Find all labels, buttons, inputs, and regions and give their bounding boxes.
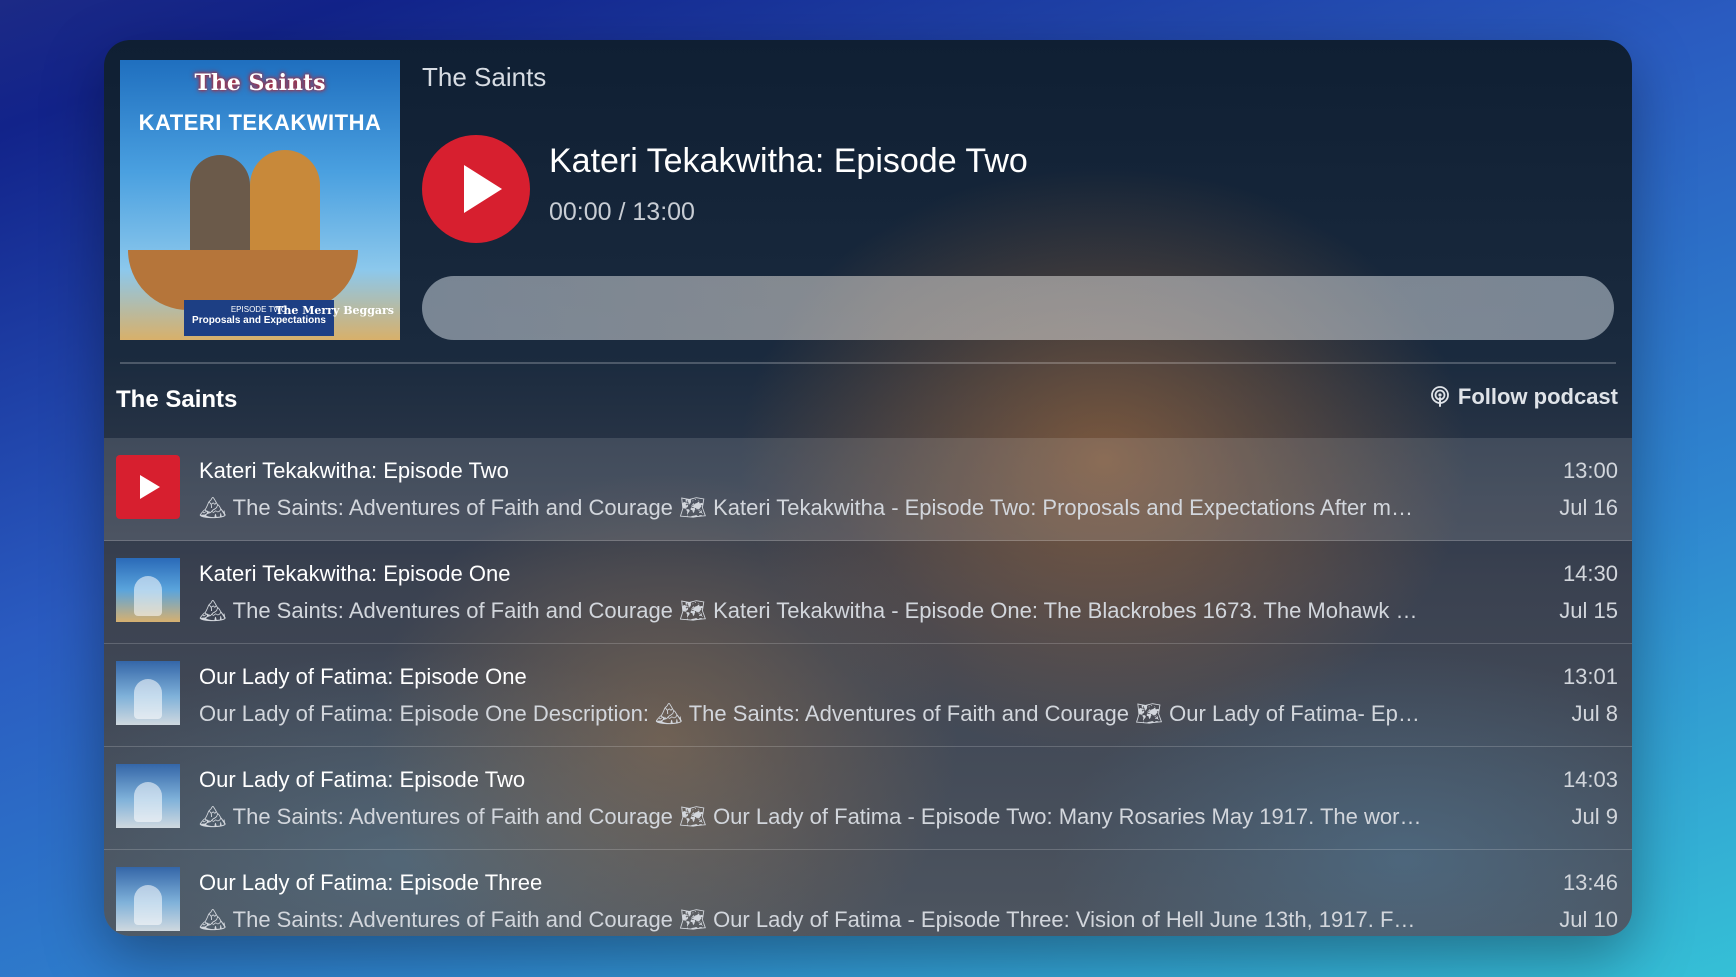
episode-thumbnail: [116, 558, 180, 622]
cover-logo: The Saints: [194, 70, 326, 96]
play-icon: [140, 475, 160, 499]
time-display: 00:00 / 13:00: [549, 198, 695, 226]
episode-date: Jul 15: [1559, 598, 1618, 623]
episode-duration: 13:01: [1562, 664, 1618, 689]
episode-play-button[interactable]: [116, 455, 180, 519]
episode-thumbnail: [116, 764, 180, 828]
episode-title: Our Lady of Fatima: Episode Three: [199, 870, 543, 895]
episode-row[interactable]: Our Lady of Fatima: Episode Three 🏔 The …: [104, 850, 1632, 936]
episode-thumbnail: [116, 661, 180, 725]
episode-thumbnail: [116, 867, 180, 931]
episode-row[interactable]: Kateri Tekakwitha: Episode Two 🏔 The Sai…: [104, 438, 1632, 541]
cover-art: The Saints KATERI TEKAKWITHA EPISODE TWO…: [120, 60, 400, 340]
episode-title: Kateri Tekakwitha: Episode Two: [549, 142, 1028, 180]
list-title: The Saints: [116, 386, 238, 413]
episode-date: Jul 16: [1559, 495, 1618, 520]
episode-description: Our Lady of Fatima: Episode One Descript…: [199, 701, 1424, 726]
episode-title: Kateri Tekakwitha: Episode Two: [199, 458, 509, 483]
episode-duration: 14:03: [1562, 767, 1618, 792]
episode-row[interactable]: Kateri Tekakwitha: Episode One 🏔 The Sai…: [104, 541, 1632, 644]
follow-podcast-button[interactable]: Follow podcast: [1430, 384, 1618, 410]
episode-description: 🏔 The Saints: Adventures of Faith and Co…: [199, 495, 1424, 520]
episode-date: Jul 10: [1559, 907, 1618, 932]
podcast-player: The Saints KATERI TEKAKWITHA EPISODE TWO…: [104, 40, 1632, 936]
episode-row[interactable]: Our Lady of Fatima: Episode One Our Lady…: [104, 644, 1632, 747]
episode-date: Jul 8: [1571, 701, 1618, 726]
play-icon: [464, 165, 502, 213]
progress-bar[interactable]: [422, 276, 1614, 340]
episode-title: Our Lady of Fatima: Episode Two: [199, 767, 526, 792]
episode-list: Kateri Tekakwitha: Episode Two 🏔 The Sai…: [104, 438, 1632, 936]
cover-title: KATERI TEKAKWITHA: [138, 110, 382, 135]
episode-duration: 14:30: [1562, 561, 1618, 586]
follow-label: Follow podcast: [1457, 384, 1618, 409]
episode-duration: 13:46: [1562, 870, 1618, 895]
episode-title: Our Lady of Fatima: Episode One: [199, 664, 527, 689]
episode-row[interactable]: Our Lady of Fatima: Episode Two 🏔 The Sa…: [104, 747, 1632, 850]
episode-description: 🏔 The Saints: Adventures of Faith and Co…: [199, 907, 1424, 932]
divider: [120, 362, 1616, 364]
podcast-name[interactable]: The Saints: [422, 62, 546, 93]
cover-publisher: The Merry Beggars: [275, 304, 394, 317]
episode-date: Jul 9: [1571, 804, 1618, 829]
episode-title: Kateri Tekakwitha: Episode One: [199, 561, 511, 586]
episode-duration: 13:00: [1562, 458, 1618, 483]
play-button[interactable]: [422, 135, 530, 243]
podcast-icon: [1430, 386, 1449, 407]
episode-description: 🏔 The Saints: Adventures of Faith and Co…: [199, 804, 1424, 829]
episode-description: 🏔 The Saints: Adventures of Faith and Co…: [199, 598, 1424, 623]
